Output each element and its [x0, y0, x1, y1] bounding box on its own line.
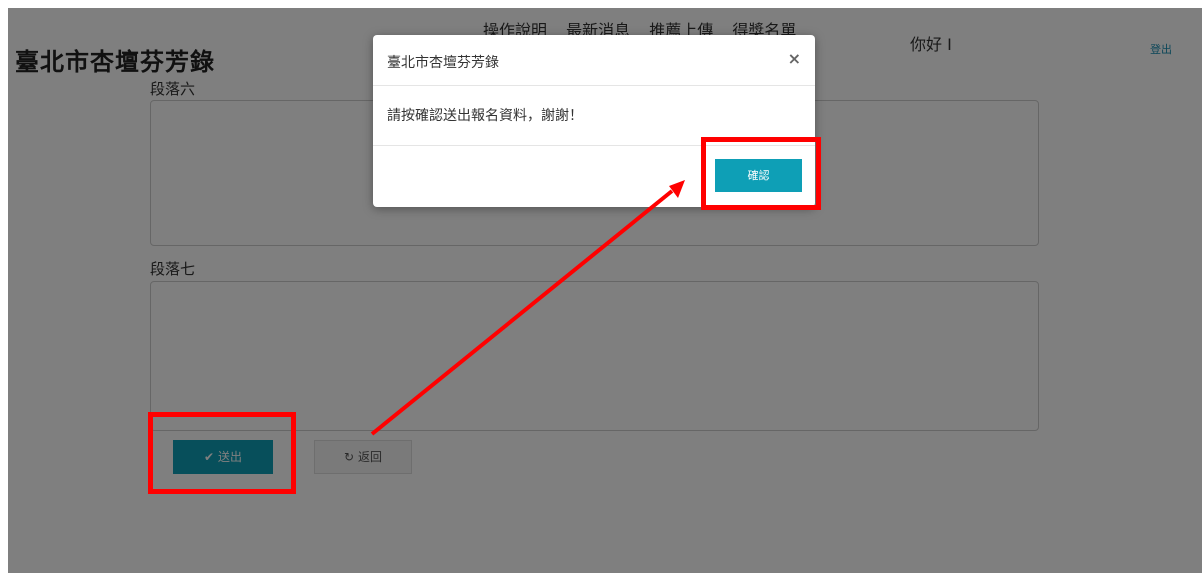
app-window: 臺北市杏壇芬芳錄 操作說明 最新消息 推薦上傳 得獎名單 你好 I 登出 段落六… — [8, 8, 1202, 573]
pointer-arrow — [370, 180, 685, 436]
